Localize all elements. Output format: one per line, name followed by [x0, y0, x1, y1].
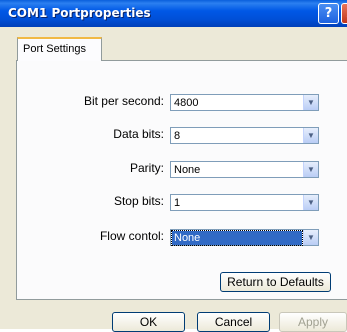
- chevron-down-icon[interactable]: ▼: [303, 128, 318, 143]
- parity-label: Parity:: [129, 161, 164, 175]
- window-title: COM1 Portproperties: [8, 6, 151, 20]
- title-bar[interactable]: COM1 Portproperties ? X: [0, 0, 347, 27]
- chevron-down-icon[interactable]: ▼: [303, 195, 318, 210]
- tab-port-settings[interactable]: Port Settings: [17, 37, 102, 61]
- cancel-button[interactable]: Cancel: [197, 312, 270, 332]
- settings-panel: Bit per second: 4800 ▼ Data bits: 8 ▼ Pa…: [16, 60, 347, 300]
- help-button[interactable]: ?: [318, 3, 339, 24]
- parity-select[interactable]: None ▼: [170, 161, 319, 178]
- bit-per-second-value: 4800: [174, 97, 199, 109]
- close-button[interactable]: X: [341, 3, 347, 24]
- chevron-down-icon[interactable]: ▼: [303, 230, 318, 245]
- flow-control-label: Flow contol:: [99, 229, 164, 243]
- data-bits-label: Data bits:: [113, 127, 164, 141]
- flow-control-value: None: [171, 230, 303, 246]
- flow-control-select[interactable]: None ▼: [170, 229, 319, 246]
- ok-button[interactable]: OK: [112, 312, 185, 332]
- return-to-defaults-button[interactable]: Return to Defaults: [220, 272, 331, 292]
- bit-per-second-label: Bit per second:: [83, 94, 164, 108]
- stop-bits-select[interactable]: 1 ▼: [170, 194, 319, 211]
- port-properties-window: COM1 Portproperties ? X Port Settings Bi…: [0, 0, 347, 332]
- apply-button[interactable]: Apply: [279, 312, 347, 332]
- stop-bits-value: 1: [174, 197, 181, 209]
- chevron-down-icon[interactable]: ▼: [303, 95, 318, 110]
- data-bits-select[interactable]: 8 ▼: [170, 127, 319, 144]
- chevron-down-icon[interactable]: ▼: [303, 162, 318, 177]
- data-bits-value: 8: [174, 130, 181, 142]
- bit-per-second-select[interactable]: 4800 ▼: [170, 94, 319, 111]
- stop-bits-label: Stop bits:: [113, 194, 164, 208]
- parity-value: None: [174, 164, 201, 176]
